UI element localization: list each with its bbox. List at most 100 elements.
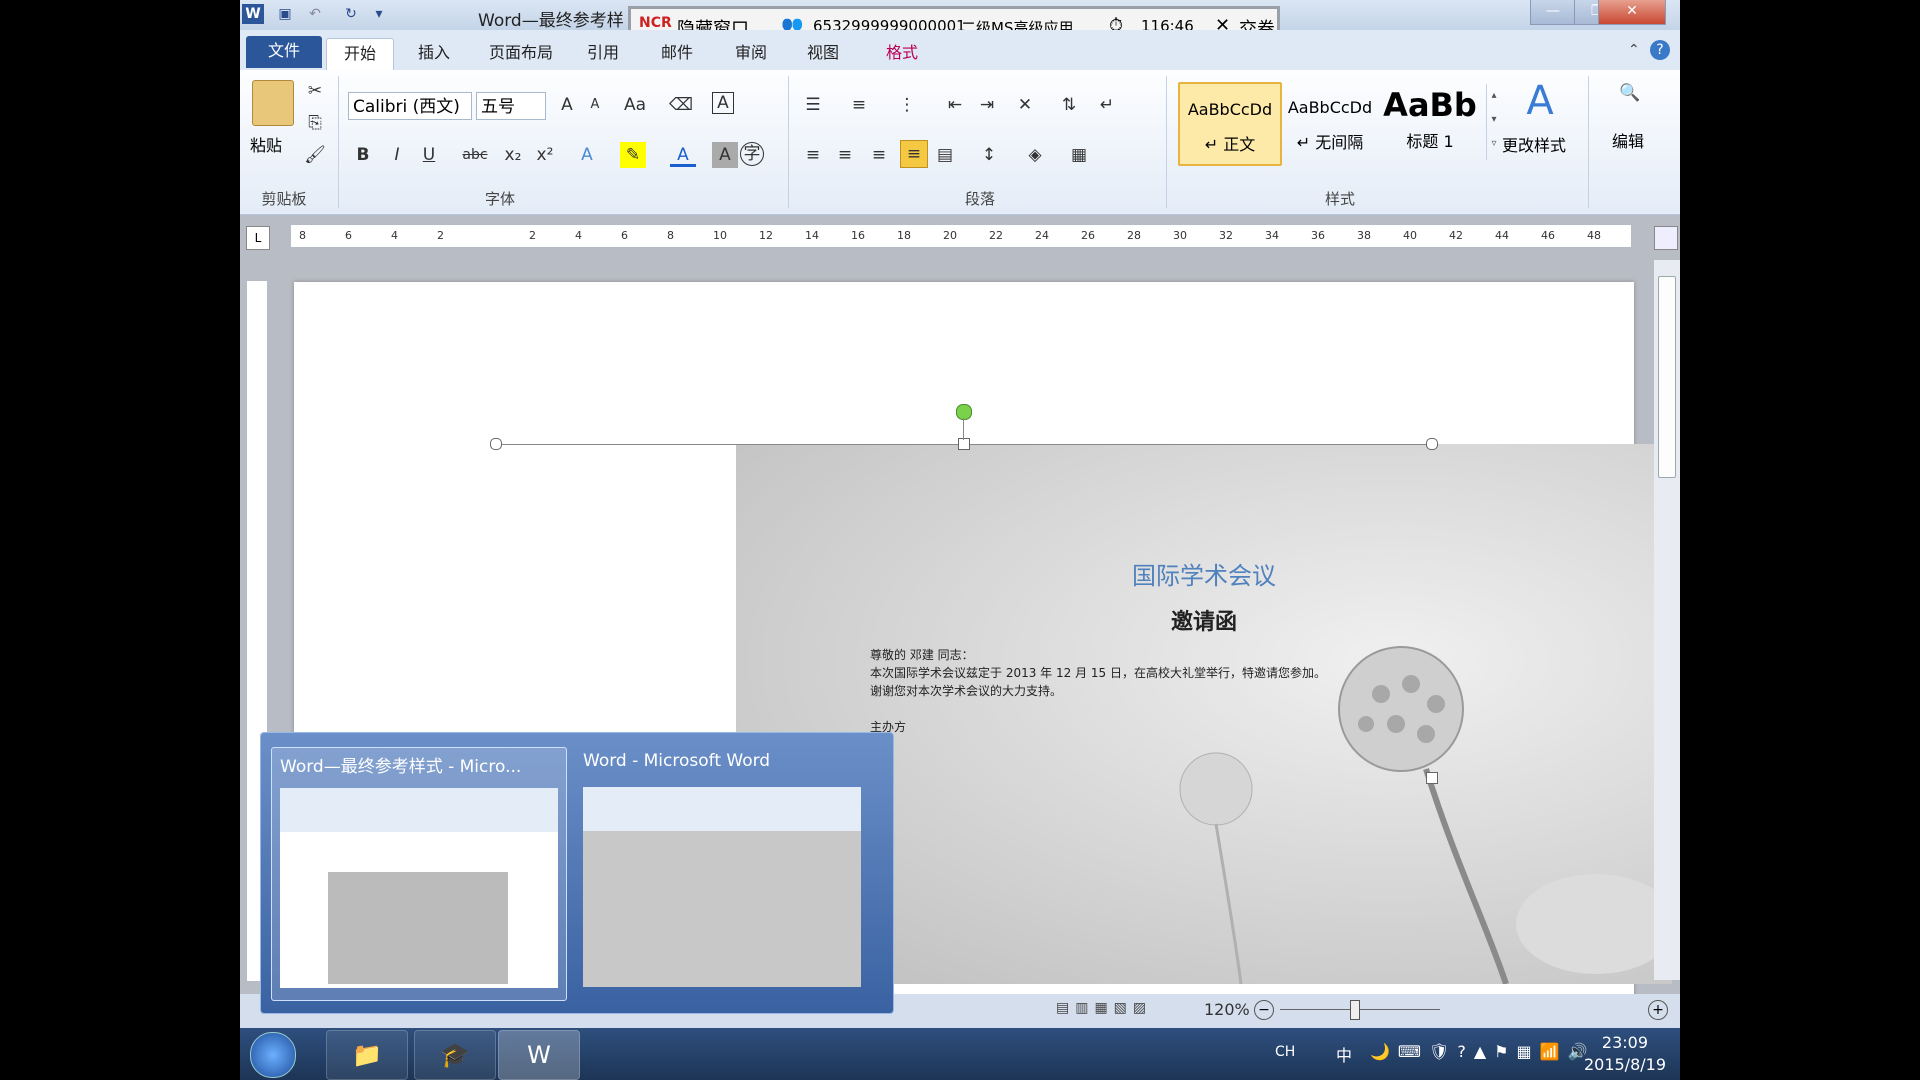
cut-icon[interactable]: ✂ <box>302 78 328 104</box>
char-shading-icon[interactable]: A <box>712 142 738 168</box>
thumbnail-window-1[interactable]: Word—最终参考样式 - Micro... <box>271 747 567 1001</box>
tab-home[interactable]: 开始 <box>326 38 394 71</box>
clock-time: 23:09 <box>1601 1033 1649 1052</box>
help-icon[interactable]: ? <box>1650 40 1670 60</box>
tab-review[interactable]: 审阅 <box>726 38 776 70</box>
change-styles-icon[interactable]: A <box>1512 78 1568 124</box>
word-icon[interactable]: W <box>242 4 264 24</box>
scroll-thumb[interactable] <box>1658 276 1676 478</box>
minimize-ribbon-icon[interactable]: ⌃ <box>1628 42 1640 58</box>
horizontal-ruler[interactable]: 8 6 4 2 2 4 6 8 10 12 14 16 18 20 22 24 26 28 30 32 34 36 38 40… <box>290 224 1632 248</box>
minimize-button[interactable]: — <box>1530 0 1576 25</box>
style-no-spacing[interactable]: AaBbCcDd ↵ 无间隔 <box>1280 82 1380 162</box>
increase-indent-icon[interactable]: ⇥ <box>974 92 1000 118</box>
tab-page-layout[interactable]: 页面布局 <box>476 38 566 70</box>
save-icon[interactable]: ▣ <box>274 4 296 24</box>
document-line-greeting[interactable]: 尊敬的 邓建 同志： <box>870 646 974 663</box>
chinese-layout-icon[interactable]: ✕ <box>1012 92 1038 118</box>
change-case-icon[interactable]: Aa <box>622 92 648 118</box>
redo-icon[interactable]: ↻ <box>340 4 362 24</box>
font-color-icon[interactable]: A <box>670 142 696 167</box>
zoom-level[interactable]: 120% <box>1204 1000 1250 1019</box>
borders-icon[interactable]: ▦ <box>1066 142 1092 168</box>
bold-icon[interactable]: B <box>350 142 376 168</box>
paste-button-label[interactable]: 粘贴 <box>250 132 282 156</box>
zoom-slider-thumb[interactable] <box>1350 1000 1360 1020</box>
zoom-slider[interactable] <box>1280 1009 1440 1010</box>
clear-format-icon[interactable]: ⌫ <box>668 92 694 118</box>
decrease-indent-icon[interactable]: ⇤ <box>942 92 968 118</box>
sort-icon[interactable]: ⇅ <box>1056 92 1082 118</box>
view-buttons[interactable]: ▤▥▦▧▨ <box>1056 1000 1176 1022</box>
rotate-handle[interactable] <box>956 404 972 420</box>
paste-icon[interactable] <box>252 80 294 126</box>
edit-label[interactable]: 编辑 <box>1612 128 1644 152</box>
subscript-icon[interactable]: x₂ <box>500 142 526 168</box>
highlight-icon[interactable]: ✎ <box>620 142 646 168</box>
resize-handle[interactable] <box>958 438 970 450</box>
bullets-icon[interactable]: ☰ <box>800 92 826 118</box>
document-subheading[interactable]: 邀请函 <box>736 604 1672 636</box>
align-center-icon[interactable]: ≡ <box>832 142 858 168</box>
text-effects-icon[interactable]: A <box>574 142 600 168</box>
resize-handle[interactable] <box>1426 438 1438 450</box>
style-heading-1[interactable]: AaBb 标题 1 <box>1380 82 1480 162</box>
show-marks-icon[interactable]: ↵ <box>1094 92 1120 118</box>
thumbnail-window-2[interactable]: Word - Microsoft Word <box>575 747 869 999</box>
group-divider <box>1166 76 1167 208</box>
undo-icon[interactable]: ↶ <box>304 4 326 24</box>
distributed-icon[interactable]: ▤ <box>932 142 958 168</box>
italic-icon[interactable]: I <box>384 142 410 168</box>
resize-handle[interactable] <box>1426 772 1438 784</box>
styles-scroll-icon[interactable]: ▴ ▾ ▿ <box>1486 84 1501 160</box>
tab-format[interactable]: 格式 <box>872 38 932 70</box>
grow-font-icon[interactable]: A <box>554 92 580 118</box>
change-styles-label[interactable]: 更改样式 <box>1502 132 1566 156</box>
zoom-in-icon[interactable]: + <box>1648 1000 1668 1020</box>
font-name-combo[interactable]: Calibri (西文) <box>348 92 472 120</box>
document-line-thanks[interactable]: 谢谢您对本次学术会议的大力支持。 <box>870 682 1062 699</box>
resize-handle[interactable] <box>490 438 502 450</box>
line-spacing-icon[interactable]: ↕ <box>976 142 1002 168</box>
tab-file[interactable]: 文件 <box>246 36 322 68</box>
exam-app-taskbar-icon[interactable]: 🎓 <box>414 1030 496 1080</box>
shrink-font-icon[interactable]: A <box>582 92 608 118</box>
underline-icon[interactable]: U <box>416 142 442 168</box>
justify-icon[interactable]: ≡ <box>900 140 928 168</box>
font-size-combo[interactable]: 五号 <box>476 92 546 120</box>
word-taskbar-icon[interactable]: W <box>498 1030 580 1080</box>
close-button[interactable]: ✕ <box>1598 0 1666 25</box>
char-border-icon[interactable]: A <box>712 92 734 114</box>
system-clock[interactable]: 23:09 2015/8/19 <box>1584 1032 1666 1076</box>
start-button[interactable] <box>250 1032 296 1078</box>
style-normal[interactable]: AaBbCcDd ↵ 正文 <box>1178 82 1282 166</box>
enclose-char-icon[interactable]: 字 <box>740 142 764 166</box>
zoom-out-icon[interactable]: − <box>1254 1000 1274 1020</box>
vertical-scrollbar[interactable] <box>1654 260 1680 980</box>
document-line-body[interactable]: 本次国际学术会议兹定于 2013 年 12 月 15 日，在高校大礼堂举行，特邀… <box>870 664 1326 681</box>
strikethrough-icon[interactable]: abc <box>462 142 488 168</box>
customize-qat-icon[interactable]: ▾ <box>368 4 390 24</box>
input-language[interactable]: CH <box>1275 1044 1295 1060</box>
copy-icon[interactable]: ⎘ <box>302 110 328 136</box>
tab-mailings[interactable]: 邮件 <box>652 38 702 70</box>
align-right-icon[interactable]: ≡ <box>866 142 892 168</box>
shading-icon[interactable]: ◈ <box>1022 142 1048 168</box>
ribbon: 粘贴 ✂ ⎘ 🖌 剪贴板 Calibri (西文) 五号 A A Aa ⌫ A … <box>240 70 1680 215</box>
numbering-icon[interactable]: ≡ <box>846 92 872 118</box>
tray-icons[interactable]: 🌙⌨🛡?▲⚑▦📶🔊 <box>1370 1042 1595 1061</box>
tab-references[interactable]: 引用 <box>578 38 628 70</box>
view-ruler-icon[interactable] <box>1654 226 1678 250</box>
explorer-taskbar-icon[interactable]: 📁 <box>326 1030 408 1080</box>
tab-view[interactable]: 视图 <box>798 38 848 70</box>
format-painter-icon[interactable]: 🖌 <box>302 142 328 168</box>
ime-mode[interactable]: 中 <box>1336 1042 1352 1066</box>
tab-insert[interactable]: 插入 <box>404 38 464 70</box>
thumbnail-title: Word - Microsoft Word <box>583 751 771 771</box>
tab-selector-icon[interactable]: L <box>246 226 270 250</box>
align-left-icon[interactable]: ≡ <box>800 142 826 168</box>
multilevel-list-icon[interactable]: ⋮ <box>894 92 920 118</box>
document-heading[interactable]: 国际学术会议 <box>736 556 1672 591</box>
superscript-icon[interactable]: x² <box>532 142 558 168</box>
find-icon[interactable]: 🔍 <box>1612 80 1648 106</box>
